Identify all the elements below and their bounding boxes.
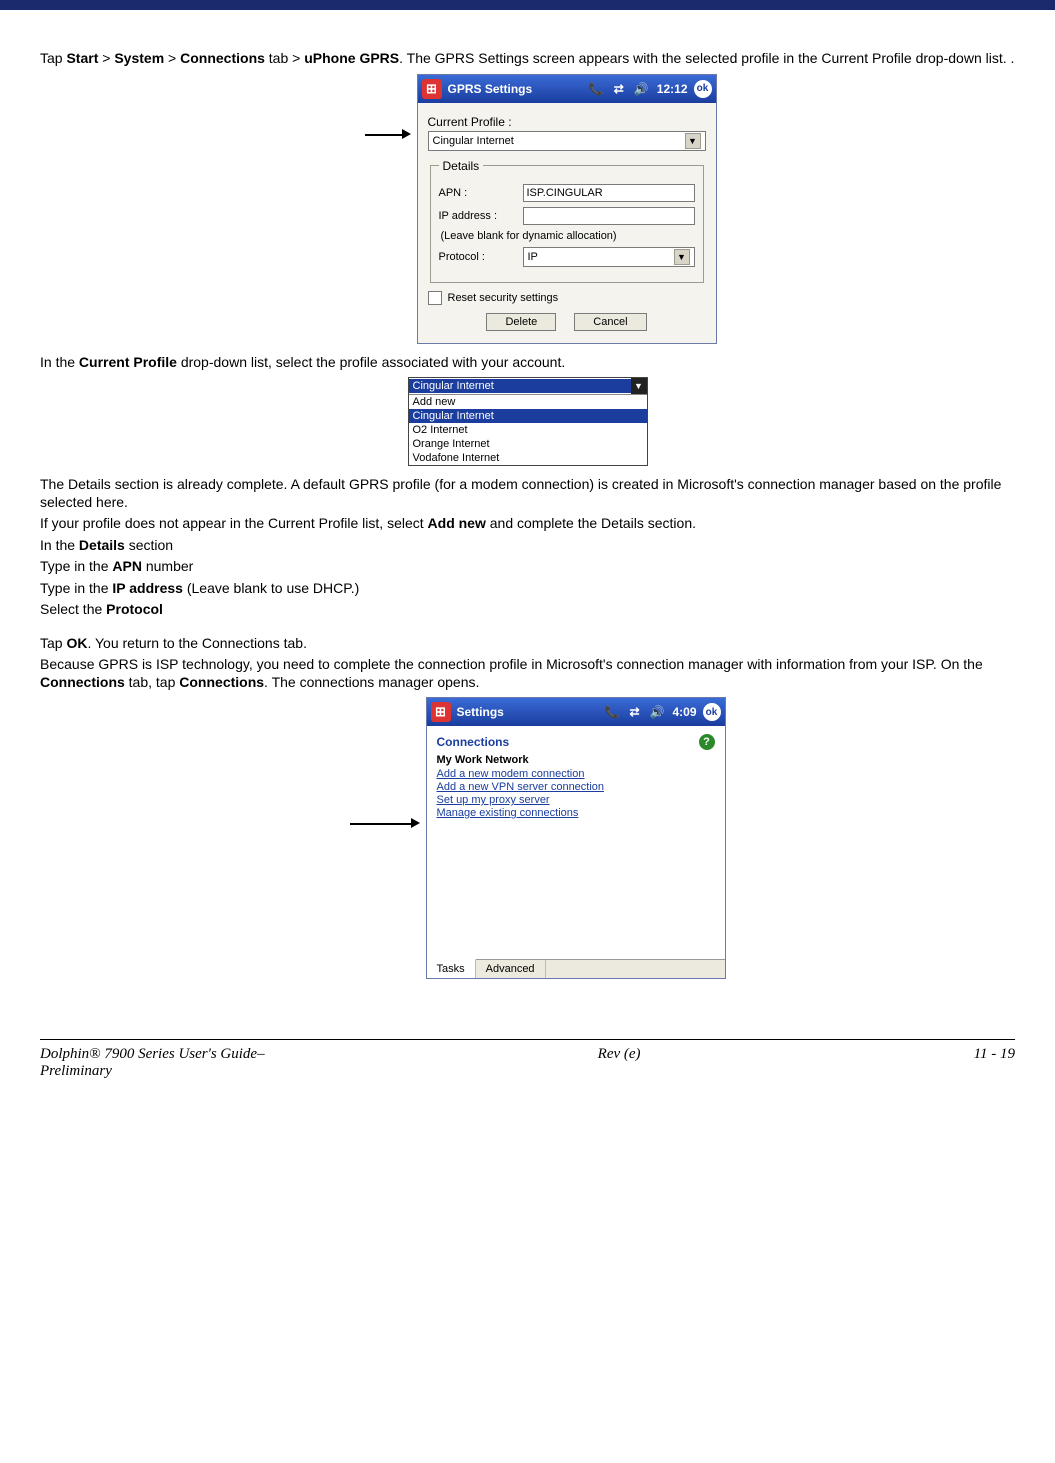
clock: 4:09 bbox=[672, 705, 696, 719]
dropdown-option[interactable]: Add new bbox=[409, 395, 647, 409]
dropdown-option[interactable]: Cingular Internet bbox=[409, 409, 647, 423]
pointer-arrow-line bbox=[365, 134, 405, 136]
figure-profile-dropdown: Cingular Internet ▼ Add new Cingular Int… bbox=[40, 377, 1015, 466]
connections-window: ⊞ Settings 📞 ⇄ 🔊 4:09 ok Connections ? bbox=[426, 697, 726, 979]
paragraph-instruction-1: Tap Start > System > Connections tab > u… bbox=[40, 50, 1015, 68]
protocol-value: IP bbox=[528, 251, 538, 263]
paragraph: Type in the APN number bbox=[40, 558, 1015, 576]
tab-advanced[interactable]: Advanced bbox=[476, 960, 546, 978]
windows-logo-icon: ⊞ bbox=[431, 702, 451, 722]
dropdown-toggle-icon[interactable]: ▼ bbox=[631, 378, 647, 394]
tabs-bar: Tasks Advanced bbox=[427, 959, 725, 978]
network-group-label: My Work Network bbox=[437, 754, 715, 766]
connections-heading: Connections bbox=[437, 735, 510, 749]
ip-address-label: IP address : bbox=[439, 210, 517, 222]
dropdown-option[interactable]: Orange Internet bbox=[409, 437, 647, 451]
window-titlebar: ⊞ Settings 📞 ⇄ 🔊 4:09 ok bbox=[427, 698, 725, 726]
ip-hint: (Leave blank for dynamic allocation) bbox=[441, 230, 695, 242]
paragraph: The Details section is already complete.… bbox=[40, 476, 1015, 511]
paragraph: Type in the IP address (Leave blank to u… bbox=[40, 580, 1015, 598]
tab-tasks[interactable]: Tasks bbox=[427, 959, 476, 978]
window-title: GPRS Settings bbox=[448, 82, 533, 96]
phone-status-icon: 📞 bbox=[589, 82, 604, 96]
ip-address-input[interactable] bbox=[523, 207, 695, 225]
dropdown-arrow-icon: ▼ bbox=[674, 249, 690, 265]
connection-link[interactable]: Add a new VPN server connection bbox=[437, 781, 715, 793]
reset-security-checkbox[interactable] bbox=[428, 291, 442, 305]
current-profile-value: Cingular Internet bbox=[433, 135, 514, 147]
phone-status-icon: 📞 bbox=[605, 705, 620, 719]
dropdown-selected: Cingular Internet bbox=[409, 379, 631, 393]
connection-link[interactable]: Manage existing connections bbox=[437, 807, 715, 819]
footer-rule bbox=[40, 1039, 1015, 1040]
ok-button[interactable]: ok bbox=[703, 703, 721, 721]
pointer-arrow-head bbox=[402, 129, 411, 139]
cancel-button[interactable]: Cancel bbox=[574, 313, 646, 331]
ok-button[interactable]: ok bbox=[694, 80, 712, 98]
apn-input[interactable] bbox=[523, 184, 695, 202]
volume-icon: 🔊 bbox=[650, 705, 665, 719]
paragraph: If your profile does not appear in the C… bbox=[40, 515, 1015, 533]
paragraph: Because GPRS is ISP technology, you need… bbox=[40, 656, 1015, 691]
profile-dropdown-open[interactable]: Cingular Internet ▼ Add new Cingular Int… bbox=[408, 377, 648, 466]
window-titlebar: ⊞ GPRS Settings 📞 ⇄ 🔊 12:12 ok bbox=[418, 75, 716, 103]
details-legend: Details bbox=[439, 159, 484, 173]
current-profile-label: Current Profile : bbox=[428, 115, 706, 129]
page-footer: Dolphin® 7900 Series User's Guide– Preli… bbox=[0, 1046, 1055, 1100]
connection-link[interactable]: Set up my proxy server bbox=[437, 794, 715, 806]
clock: 12:12 bbox=[657, 82, 688, 96]
pointer-arrow-line bbox=[350, 823, 414, 825]
paragraph: Select the Protocol bbox=[40, 601, 1015, 619]
dropdown-option[interactable]: Vodafone Internet bbox=[409, 451, 647, 465]
protocol-dropdown[interactable]: IP ▼ bbox=[523, 247, 695, 267]
current-profile-dropdown[interactable]: Cingular Internet ▼ bbox=[428, 131, 706, 151]
reset-security-label: Reset security settings bbox=[448, 292, 559, 304]
paragraph: Tap OK. You return to the Connections ta… bbox=[40, 635, 1015, 653]
help-icon[interactable]: ? bbox=[699, 734, 715, 750]
figure-connections: ⊞ Settings 📞 ⇄ 🔊 4:09 ok Connections ? bbox=[40, 697, 1015, 979]
header-bar bbox=[0, 0, 1055, 10]
footer-center: Rev (e) bbox=[598, 1046, 641, 1080]
network-status-icon: ⇄ bbox=[629, 705, 639, 719]
paragraph-instruction-2: In the Current Profile drop-down list, s… bbox=[40, 354, 1015, 372]
footer-right: 11 - 19 bbox=[974, 1046, 1015, 1080]
protocol-label: Protocol : bbox=[439, 251, 517, 263]
window-title: Settings bbox=[457, 705, 504, 719]
document-body: Tap Start > System > Connections tab > u… bbox=[0, 10, 1055, 999]
details-fieldset: Details APN : IP address : (Leave blank … bbox=[430, 159, 704, 283]
network-status-icon: ⇄ bbox=[614, 82, 624, 96]
dropdown-option[interactable]: O2 Internet bbox=[409, 423, 647, 437]
gprs-settings-window: ⊞ GPRS Settings 📞 ⇄ 🔊 12:12 ok Current P… bbox=[417, 74, 717, 344]
connection-link[interactable]: Add a new modem connection bbox=[437, 768, 715, 780]
apn-label: APN : bbox=[439, 187, 517, 199]
dropdown-arrow-icon: ▼ bbox=[685, 133, 701, 149]
pointer-arrow-head bbox=[411, 818, 420, 828]
windows-logo-icon: ⊞ bbox=[422, 79, 442, 99]
figure-gprs-settings: ⊞ GPRS Settings 📞 ⇄ 🔊 12:12 ok Current P… bbox=[40, 74, 1015, 344]
volume-icon: 🔊 bbox=[634, 82, 649, 96]
footer-left: Dolphin® 7900 Series User's Guide– Preli… bbox=[40, 1046, 265, 1080]
delete-button[interactable]: Delete bbox=[486, 313, 556, 331]
paragraph: In the Details section bbox=[40, 537, 1015, 555]
